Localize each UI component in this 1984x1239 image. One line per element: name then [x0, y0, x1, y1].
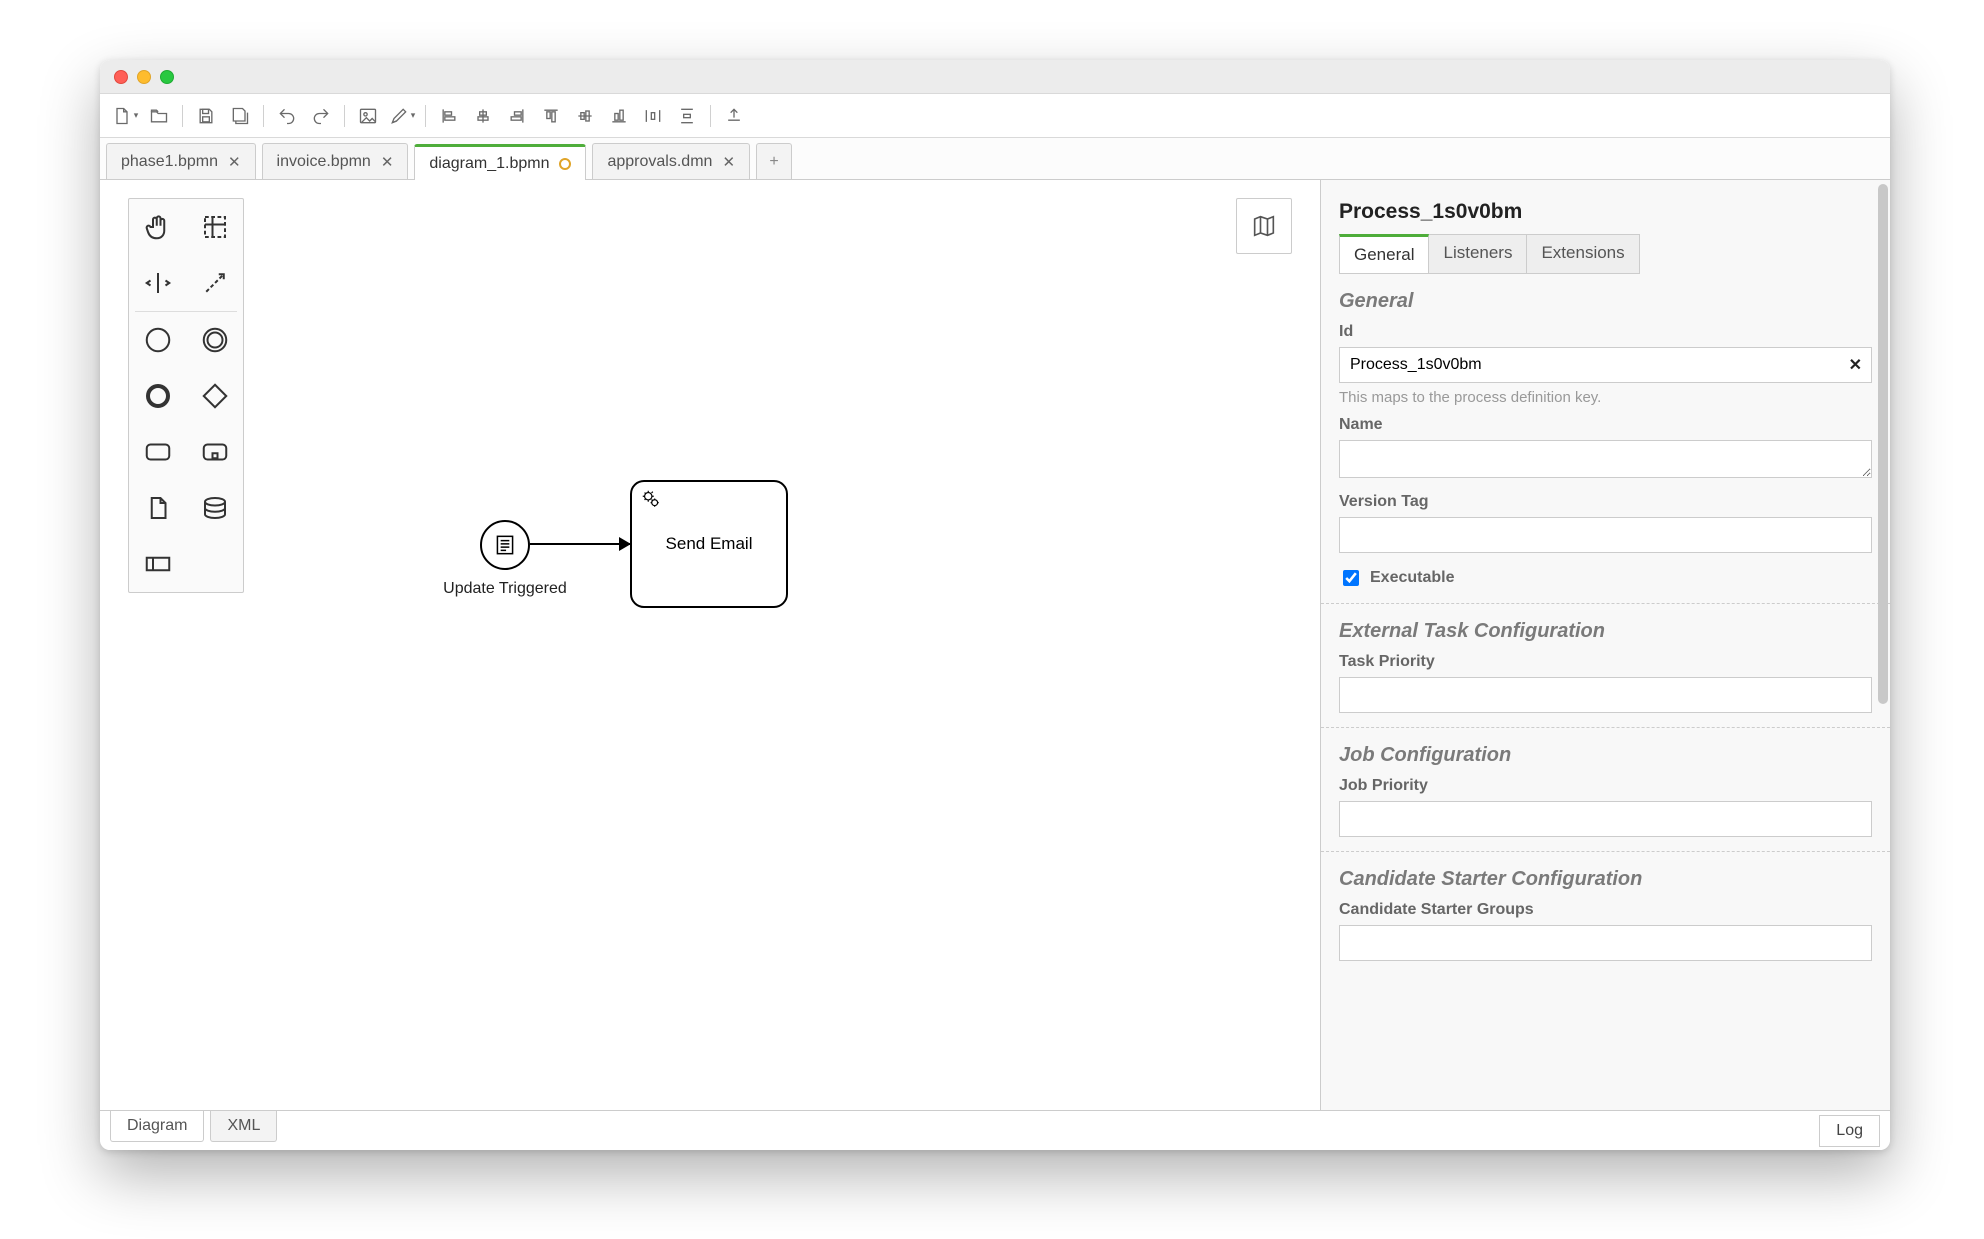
element-palette	[128, 198, 244, 593]
workspace: Update Triggered Send Email Properties P…	[100, 180, 1890, 1110]
group-job-title: Job Configuration	[1339, 744, 1872, 767]
distribute-h-button[interactable]	[636, 99, 670, 133]
tabbar: phase1.bpmn ✕ invoice.bpmn ✕ diagram_1.b…	[100, 138, 1890, 180]
tab-approvals[interactable]: approvals.dmn ✕	[592, 143, 750, 179]
data-object-tool[interactable]	[129, 480, 186, 536]
job-priority-label: Job Priority	[1339, 777, 1872, 795]
candidate-groups-label: Candidate Starter Groups	[1339, 901, 1872, 919]
subprocess-tool[interactable]	[186, 424, 243, 480]
align-left-button[interactable]	[432, 99, 466, 133]
window-minimize-button[interactable]	[137, 70, 151, 84]
align-right-button[interactable]	[500, 99, 534, 133]
connect-tool[interactable]	[186, 255, 243, 311]
candidate-groups-input[interactable]	[1339, 925, 1872, 961]
deploy-button[interactable]	[717, 99, 751, 133]
tab-label: approvals.dmn	[607, 153, 712, 171]
new-file-button[interactable]: ▾	[108, 99, 142, 133]
tab-invoice[interactable]: invoice.bpmn ✕	[262, 143, 409, 179]
scrollbar-thumb[interactable]	[1878, 184, 1888, 704]
toolbar: ▾ ▾	[100, 94, 1890, 138]
gear-icon	[640, 488, 662, 515]
undo-button[interactable]	[270, 99, 304, 133]
close-icon[interactable]: ✕	[381, 153, 394, 171]
image-export-button[interactable]	[351, 99, 385, 133]
id-help: This maps to the process definition key.	[1339, 389, 1872, 406]
tab-phase1[interactable]: phase1.bpmn ✕	[106, 143, 256, 179]
sequence-flow[interactable]	[530, 543, 630, 545]
gateway-tool[interactable]	[186, 368, 243, 424]
footer: Diagram XML Log	[100, 1110, 1890, 1150]
window-zoom-button[interactable]	[160, 70, 174, 84]
align-bottom-button[interactable]	[602, 99, 636, 133]
save-button[interactable]	[189, 99, 223, 133]
align-center-button[interactable]	[466, 99, 500, 133]
group-external-title: External Task Configuration	[1339, 620, 1872, 643]
props-tab-listeners[interactable]: Listeners	[1429, 234, 1527, 274]
window-close-button[interactable]	[114, 70, 128, 84]
task-label: Send Email	[666, 534, 753, 554]
id-label: Id	[1339, 323, 1872, 341]
start-event-tool[interactable]	[129, 312, 186, 368]
close-icon[interactable]: ✕	[722, 153, 735, 171]
props-tabs: General Listeners Extensions	[1339, 234, 1872, 274]
color-button[interactable]: ▾	[385, 99, 419, 133]
diagram-canvas[interactable]: Update Triggered Send Email Properties P…	[100, 180, 1320, 1110]
name-input[interactable]	[1339, 440, 1872, 478]
start-event-label: Update Triggered	[435, 580, 575, 598]
save-all-button[interactable]	[223, 99, 257, 133]
tab-label: invoice.bpmn	[277, 153, 371, 171]
id-input[interactable]	[1339, 347, 1872, 383]
end-event-tool[interactable]	[129, 368, 186, 424]
log-toggle-button[interactable]: Log	[1819, 1115, 1880, 1147]
version-input[interactable]	[1339, 517, 1872, 553]
minimap-toggle[interactable]	[1236, 198, 1292, 254]
align-top-button[interactable]	[534, 99, 568, 133]
redo-button[interactable]	[304, 99, 338, 133]
plus-icon: +	[769, 153, 778, 171]
dirty-indicator-icon	[559, 158, 571, 170]
task-priority-input[interactable]	[1339, 677, 1872, 713]
intermediate-event-tool[interactable]	[186, 312, 243, 368]
space-tool[interactable]	[129, 255, 186, 311]
distribute-v-button[interactable]	[670, 99, 704, 133]
group-general-title: General	[1339, 290, 1872, 313]
job-priority-input[interactable]	[1339, 801, 1872, 837]
props-tab-extensions[interactable]: Extensions	[1527, 234, 1639, 274]
version-label: Version Tag	[1339, 493, 1872, 511]
task-priority-label: Task Priority	[1339, 653, 1872, 671]
props-title: Process_1s0v0bm	[1339, 200, 1872, 224]
executable-input[interactable]	[1343, 570, 1359, 586]
align-middle-button[interactable]	[568, 99, 602, 133]
open-file-button[interactable]	[142, 99, 176, 133]
lasso-tool[interactable]	[186, 199, 243, 255]
props-tab-general[interactable]: General	[1339, 234, 1429, 274]
service-task-node[interactable]: Send Email	[630, 480, 788, 608]
tab-label: diagram_1.bpmn	[429, 155, 549, 173]
executable-checkbox[interactable]: Executable	[1339, 567, 1872, 589]
tab-label: phase1.bpmn	[121, 153, 218, 171]
titlebar	[100, 60, 1890, 94]
app-window: ▾ ▾	[100, 60, 1890, 1150]
footer-tab-diagram[interactable]: Diagram	[110, 1111, 204, 1142]
tab-diagram1[interactable]: diagram_1.bpmn	[414, 144, 586, 180]
data-store-tool[interactable]	[186, 480, 243, 536]
close-icon[interactable]: ✕	[228, 153, 241, 171]
clear-id-button[interactable]: ✕	[1849, 355, 1862, 375]
participant-tool[interactable]	[129, 536, 186, 592]
footer-tab-xml[interactable]: XML	[210, 1111, 277, 1142]
task-tool[interactable]	[129, 424, 186, 480]
start-event-node[interactable]: Update Triggered	[480, 520, 575, 598]
new-tab-button[interactable]: +	[756, 143, 792, 179]
properties-panel: Process_1s0v0bm General Listeners Extens…	[1320, 180, 1890, 1110]
group-candidate-title: Candidate Starter Configuration	[1339, 868, 1872, 891]
hand-tool[interactable]	[129, 199, 186, 255]
name-label: Name	[1339, 416, 1872, 434]
